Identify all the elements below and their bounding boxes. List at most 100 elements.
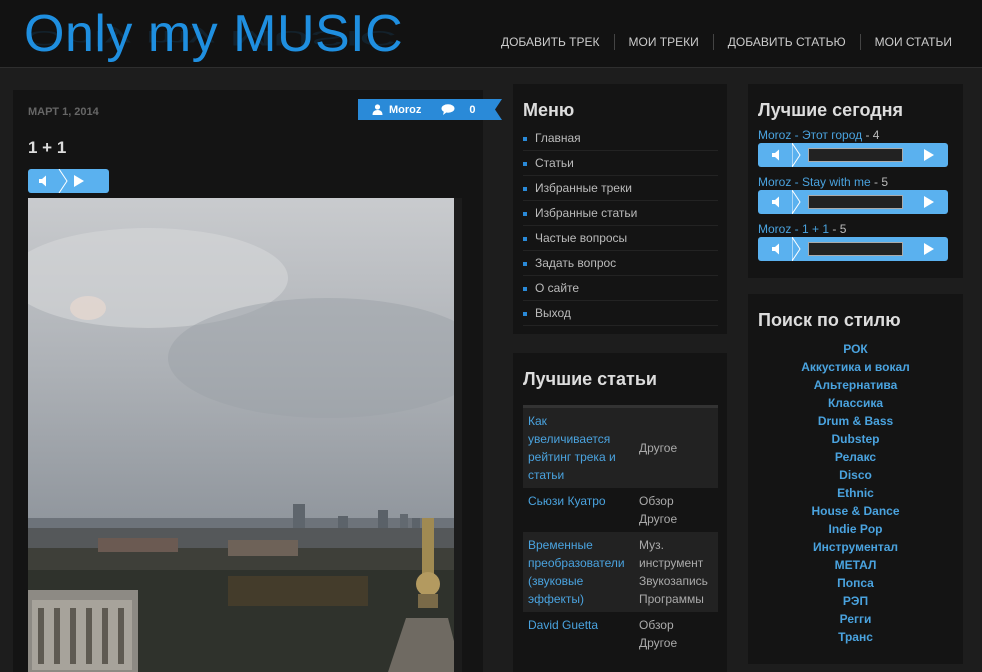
nav-add-article[interactable]: ДОБАВИТЬ СТАТЬЮ [712, 34, 860, 50]
article-link[interactable]: Сьюзи Куатро [523, 492, 636, 528]
top-nav: ДОБАВИТЬ ТРЕК МОИ ТРЕКИ ДОБАВИТЬ СТАТЬЮ … [487, 34, 966, 50]
track-score: - 4 [862, 128, 880, 142]
article-link[interactable]: David Guetta [523, 616, 636, 652]
table-row: Как увеличивается рейтинг трека и статьи… [523, 408, 718, 488]
table-row: David Guetta Обзор Другое [523, 612, 718, 656]
volume-button[interactable] [758, 143, 801, 167]
style-link-reggae[interactable]: Регги [748, 610, 963, 628]
style-link-trance[interactable]: Транс [748, 628, 963, 646]
track-player [758, 237, 948, 261]
separator-chevron-icon [58, 169, 68, 193]
track-score: - 5 [829, 222, 847, 236]
style-link-disco[interactable]: Disco [748, 466, 963, 484]
track-player [758, 143, 948, 167]
article-category: Муз. инструмент Звукозапись Программы [639, 538, 708, 606]
track-name-link[interactable]: Stay with me [802, 175, 871, 189]
track-name-link[interactable]: 1 + 1 [802, 222, 829, 236]
style-link-house-dance[interactable]: House & Dance [748, 502, 963, 520]
style-link-metal[interactable]: МЕТАЛ [748, 556, 963, 574]
article-link[interactable]: Как увеличивается рейтинг трека и статьи [523, 412, 636, 484]
separator-chevron-icon [792, 190, 801, 214]
style-link-rock[interactable]: РОК [748, 340, 963, 358]
track-author-link[interactable]: Moroz [758, 222, 791, 236]
style-link-ethnic[interactable]: Ethnic [748, 484, 963, 502]
style-link-acoustic-vocal[interactable]: Аккустика и вокал [748, 358, 963, 376]
site-header: Only my MUSIC Only my MUSIC ДОБАВИТЬ ТРЕ… [0, 0, 982, 68]
track-line: Moroz - 1 + 1 - 5 [758, 222, 948, 236]
progress-bar[interactable] [808, 195, 903, 209]
best-articles-panel: Лучшие статьи Как увеличивается рейтинг … [513, 353, 727, 672]
track-line: Moroz - Stay with me - 5 [758, 175, 948, 189]
volume-button[interactable] [28, 169, 68, 193]
post-title: 1 + 1 [28, 138, 67, 157]
style-link-classical[interactable]: Классика [748, 394, 963, 412]
nav-add-track[interactable]: ДОБАВИТЬ ТРЕК [487, 34, 614, 50]
cityscape-photo [28, 198, 462, 672]
volume-button[interactable] [758, 237, 801, 261]
post-audio-player [28, 169, 109, 193]
nav-my-tracks[interactable]: МОИ ТРЕКИ [613, 34, 713, 50]
user-icon [372, 104, 383, 115]
post-comments-count[interactable]: 0 [469, 104, 475, 116]
article-category: Обзор Другое [639, 618, 678, 650]
track-name-link[interactable]: Этот город [802, 128, 862, 142]
track-item: Moroz - Этот город - 4 [758, 128, 948, 167]
progress-bar[interactable] [808, 148, 903, 162]
comment-icon [441, 104, 455, 115]
style-link-instrumental[interactable]: Инструментал [748, 538, 963, 556]
track-score: - 5 [870, 175, 889, 189]
volume-icon [772, 196, 779, 208]
post-meta-ribbon: Moroz 0 [358, 99, 502, 120]
menu-item-ask-question[interactable]: Задать вопрос [523, 251, 718, 276]
style-search-title: Поиск по стилю [758, 310, 901, 330]
track-separator: - [791, 175, 803, 189]
menu-item-favorite-tracks[interactable]: Избранные треки [523, 176, 718, 201]
style-list: РОК Аккустика и вокал Альтернатива Класс… [748, 340, 963, 646]
track-line: Moroz - Этот город - 4 [758, 128, 948, 142]
table-row: Сьюзи Куатро Обзор Другое [523, 488, 718, 532]
play-icon [924, 196, 934, 208]
article-category: Другое [639, 441, 678, 455]
volume-icon [39, 175, 46, 187]
best-articles-table: Как увеличивается рейтинг трека и статьи… [523, 405, 718, 656]
track-author-link[interactable]: Moroz [758, 175, 791, 189]
post-panel: МАРТ 1, 2014 Moroz 0 1 + 1 [13, 90, 502, 672]
logo-reflection: Only my MUSIC [24, 26, 397, 50]
style-link-alternative[interactable]: Альтернатива [748, 376, 963, 394]
style-link-relax[interactable]: Релакс [748, 448, 963, 466]
track-player [758, 190, 948, 214]
menu-item-about[interactable]: О сайте [523, 276, 718, 301]
volume-button[interactable] [758, 190, 801, 214]
menu-item-favorite-articles[interactable]: Избранные статьи [523, 201, 718, 226]
best-today-panel: Лучшие сегодня Moroz - Этот город - 4 Mo… [748, 84, 963, 278]
post-date: МАРТ 1, 2014 [28, 106, 99, 118]
style-link-indie-pop[interactable]: Indie Pop [748, 520, 963, 538]
menu-item-logout[interactable]: Выход [523, 301, 718, 326]
track-separator: - [791, 128, 803, 142]
style-link-rap[interactable]: РЭП [748, 592, 963, 610]
play-button[interactable] [912, 237, 946, 261]
menu-item-articles[interactable]: Статьи [523, 151, 718, 176]
play-button[interactable] [912, 190, 946, 214]
play-icon [74, 175, 84, 187]
article-category: Обзор Другое [639, 494, 678, 526]
style-link-dubstep[interactable]: Dubstep [748, 430, 963, 448]
progress-bar[interactable] [808, 242, 903, 256]
nav-my-articles[interactable]: МОИ СТАТЬИ [859, 34, 966, 50]
play-icon [924, 243, 934, 255]
separator-chevron-icon [792, 143, 801, 167]
menu-item-faq[interactable]: Частые вопросы [523, 226, 718, 251]
track-author-link[interactable]: Moroz [758, 128, 791, 142]
track-separator: - [791, 222, 803, 236]
volume-icon [772, 243, 779, 255]
menu-panel: Меню Главная Статьи Избранные треки Избр… [513, 84, 727, 334]
menu-title: Меню [523, 100, 575, 120]
style-link-drum-bass[interactable]: Drum & Bass [748, 412, 963, 430]
article-link[interactable]: Временные преобразователи (звуковые эффе… [523, 536, 636, 608]
style-link-pop[interactable]: Попса [748, 574, 963, 592]
separator-chevron-icon [792, 237, 801, 261]
volume-icon [772, 149, 779, 161]
post-author-link[interactable]: Moroz [389, 104, 421, 116]
menu-item-home[interactable]: Главная [523, 126, 718, 151]
play-button[interactable] [912, 143, 946, 167]
